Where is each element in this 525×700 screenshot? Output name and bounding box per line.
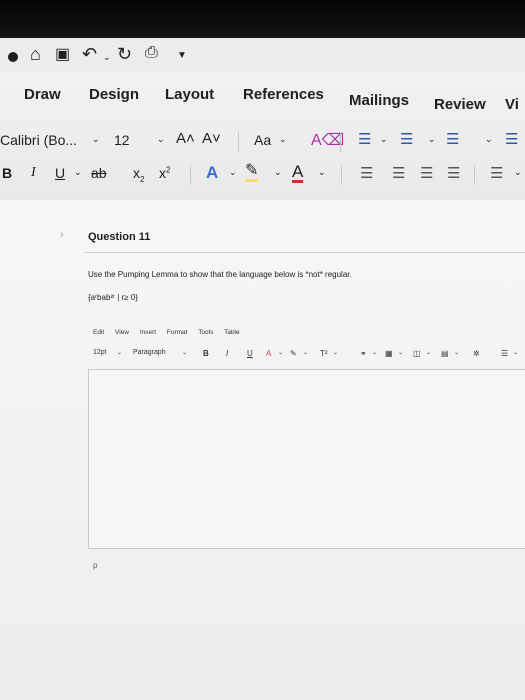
undo-icon[interactable]: ↶	[82, 44, 97, 65]
editor-link-chevron-icon[interactable]: ⌄	[372, 349, 377, 356]
format-row: B I U ⌄ ab x2 x2 A ⌄ ✎ ⌄ A ⌄ ☰ ☰ ☰ ☰ ☰ ⌄	[0, 163, 525, 189]
divider	[340, 132, 341, 152]
divider	[190, 165, 191, 185]
line-spacing-icon[interactable]: ☰	[490, 164, 503, 182]
menu-view[interactable]: View	[115, 329, 129, 336]
italic-icon[interactable]: I	[31, 165, 36, 181]
align-left-icon[interactable]: ☰	[360, 164, 373, 182]
editor-toolbar: 12pt ⌄ Paragraph ⌄ B I U A ⌄ ✎ ⌄ T² ⌄ ⚭ …	[93, 349, 525, 361]
menu-tools[interactable]: Tools	[198, 329, 213, 336]
strikethrough-icon[interactable]: ab	[91, 165, 107, 181]
divider	[341, 165, 342, 185]
font-name-select[interactable]: Calibri (Bo...	[0, 132, 77, 148]
underline-icon[interactable]: U	[55, 165, 65, 181]
font-row: Calibri (Bo... ⌄ 12 ⌄ A˄ A˅ Aa ⌄ A⌫ ☰ ⌄ …	[0, 130, 525, 154]
editor-block-format-select[interactable]: Paragraph	[133, 349, 166, 356]
path-indicator: p	[93, 561, 98, 570]
menu-table[interactable]: Table	[224, 329, 240, 336]
shrink-font-icon[interactable]: A˅	[202, 130, 221, 147]
line-spacing-chevron-icon[interactable]: ⌄	[514, 167, 522, 178]
multilevel-chevron-icon[interactable]: ⌄	[485, 134, 493, 145]
window-control-dot[interactable]	[8, 52, 18, 62]
editor-image-icon[interactable]: ▦	[385, 349, 393, 358]
editor-italic-icon[interactable]: I	[226, 349, 228, 358]
question-title: Question 11	[88, 231, 151, 243]
font-color-icon[interactable]: A	[292, 163, 304, 183]
subscript-icon[interactable]: x2	[133, 165, 144, 184]
editor-document-chevron-icon[interactable]: ⌄	[454, 349, 459, 356]
numbering-icon[interactable]: ☰	[400, 130, 413, 148]
editor-more-chevron-icon[interactable]: ⌄	[513, 349, 518, 356]
quick-access-toolbar: ⌂ ▣ ↶ ⌄ ↻ ⎙ ▼	[0, 38, 525, 72]
editor-media-chevron-icon[interactable]: ⌄	[426, 349, 431, 356]
change-case-chevron-icon[interactable]: ⌄	[279, 134, 287, 145]
redo-icon[interactable]: ↻	[117, 44, 132, 65]
tab-references[interactable]: References	[243, 86, 324, 103]
bullets-icon[interactable]: ☰	[358, 130, 371, 148]
grow-font-icon[interactable]: A˄	[176, 130, 195, 147]
superscript-icon[interactable]: x2	[159, 165, 170, 181]
tab-mailings[interactable]: Mailings	[349, 92, 409, 109]
editor-image-chevron-icon[interactable]: ⌄	[398, 349, 403, 356]
ribbon-tabs: Draw Design Layout References Mailings R…	[0, 86, 525, 116]
tab-view[interactable]: Vi	[505, 96, 519, 113]
editor-highlight-icon[interactable]: ✎	[290, 349, 297, 358]
menu-insert[interactable]: Insert	[140, 329, 156, 336]
tab-layout[interactable]: Layout	[165, 86, 214, 103]
screen-bezel	[0, 0, 525, 38]
editor-highlight-chevron-icon[interactable]: ⌄	[303, 349, 308, 356]
ribbon: ⌂ ▣ ↶ ⌄ ↻ ⎙ ▼ Draw Design Layout Referen…	[0, 38, 525, 201]
undo-dropdown-icon[interactable]: ⌄	[103, 52, 111, 63]
question-divider	[84, 252, 525, 253]
customize-icon[interactable]: ▼	[177, 50, 187, 61]
question-prompt: Use the Pumping Lemma to show that the l…	[88, 270, 352, 279]
menu-format[interactable]: Format	[167, 329, 188, 336]
numbering-chevron-icon[interactable]: ⌄	[428, 134, 436, 145]
editor-more-icon[interactable]: ☰	[501, 349, 508, 358]
editor-font-size-select[interactable]: 12pt	[93, 349, 107, 356]
collapse-chevron-icon[interactable]: ›	[60, 229, 64, 241]
text-effects-icon[interactable]: A	[206, 163, 218, 183]
tab-review[interactable]: Review	[434, 96, 486, 113]
tab-draw[interactable]: Draw	[24, 86, 61, 103]
editor-block-chevron-icon[interactable]: ⌄	[182, 349, 187, 356]
editor-media-icon[interactable]: ◫	[413, 349, 421, 358]
multilevel-list-icon[interactable]: ☰	[446, 130, 459, 148]
editor-text-color-chevron-icon[interactable]: ⌄	[278, 349, 283, 356]
change-case-button[interactable]: Aa	[254, 132, 271, 148]
editor-document-icon[interactable]: ▤	[441, 349, 449, 358]
editor-menubar: Edit View Insert Format Tools Table	[93, 329, 249, 336]
editor-link-icon[interactable]: ⚭	[360, 349, 367, 358]
justify-icon[interactable]: ☰	[447, 164, 460, 182]
editor-underline-icon[interactable]: U	[247, 349, 253, 358]
underline-chevron-icon[interactable]: ⌄	[74, 167, 82, 178]
language-definition: {aʳbab²ʳ | r≥ 0}	[88, 293, 138, 302]
bold-icon[interactable]: B	[2, 165, 12, 181]
font-color-chevron-icon[interactable]: ⌄	[318, 167, 326, 178]
align-right-icon[interactable]: ☰	[420, 164, 433, 182]
home-icon[interactable]: ⌂	[30, 44, 41, 65]
tab-design[interactable]: Design	[89, 86, 139, 103]
bullets-chevron-icon[interactable]: ⌄	[380, 134, 388, 145]
answer-editor[interactable]	[88, 369, 525, 549]
font-size-chevron-icon[interactable]: ⌄	[157, 134, 165, 145]
divider	[474, 165, 475, 185]
text-effects-chevron-icon[interactable]: ⌄	[229, 167, 237, 178]
highlight-icon[interactable]: ✎	[245, 163, 259, 182]
decrease-indent-icon[interactable]: ☰	[505, 130, 518, 148]
font-size-select[interactable]: 12	[114, 132, 130, 148]
align-center-icon[interactable]: ☰	[392, 164, 405, 182]
editor-text-color-icon[interactable]: A	[266, 349, 271, 358]
editor-font-size-chevron-icon[interactable]: ⌄	[117, 349, 122, 356]
print-icon[interactable]: ⎙	[145, 44, 158, 62]
editor-bold-icon[interactable]: B	[203, 349, 209, 358]
menu-edit[interactable]: Edit	[93, 329, 104, 336]
editor-superscript-icon[interactable]: T²	[320, 349, 328, 358]
save-icon[interactable]: ▣	[55, 44, 70, 64]
highlight-chevron-icon[interactable]: ⌄	[274, 167, 282, 178]
divider	[238, 132, 239, 152]
editor-plugin-icon[interactable]: ✲	[473, 349, 480, 358]
editor-superscript-chevron-icon[interactable]: ⌄	[333, 349, 338, 356]
font-name-chevron-icon[interactable]: ⌄	[92, 134, 100, 145]
